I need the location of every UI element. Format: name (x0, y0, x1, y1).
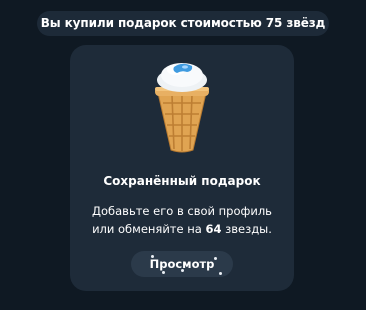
sparkle-dot (151, 255, 154, 258)
gift-description-line-1: Добавьте его в свой профиль (92, 204, 272, 218)
gift-card[interactable]: Сохранённый подарок Добавьте его в свой … (70, 45, 294, 291)
gift-description: Добавьте его в свой профиль или обменяйт… (70, 202, 294, 238)
sparkle-dot (162, 271, 165, 274)
sparkle-dot (214, 257, 217, 260)
gift-description-line-2: или обменяйте на 64 звезды. (70, 220, 294, 238)
view-gift-button[interactable]: Просмотр (131, 251, 233, 277)
service-message-text: Вы купили подарок стоимостью 75 звёзд (40, 16, 326, 30)
sparkle-dot (219, 272, 222, 275)
service-message-pill: Вы купили подарок стоимостью 75 звёзд (37, 11, 329, 36)
sparkle-dot (181, 269, 184, 272)
gift-title: Сохранённый подарок (103, 174, 261, 188)
gift-star-count: 64 (205, 222, 222, 236)
gift-description-suffix: звезды. (221, 222, 272, 236)
gift-description-prefix: или обменяйте на (92, 222, 206, 236)
ice-cream-cone-icon (155, 63, 209, 153)
